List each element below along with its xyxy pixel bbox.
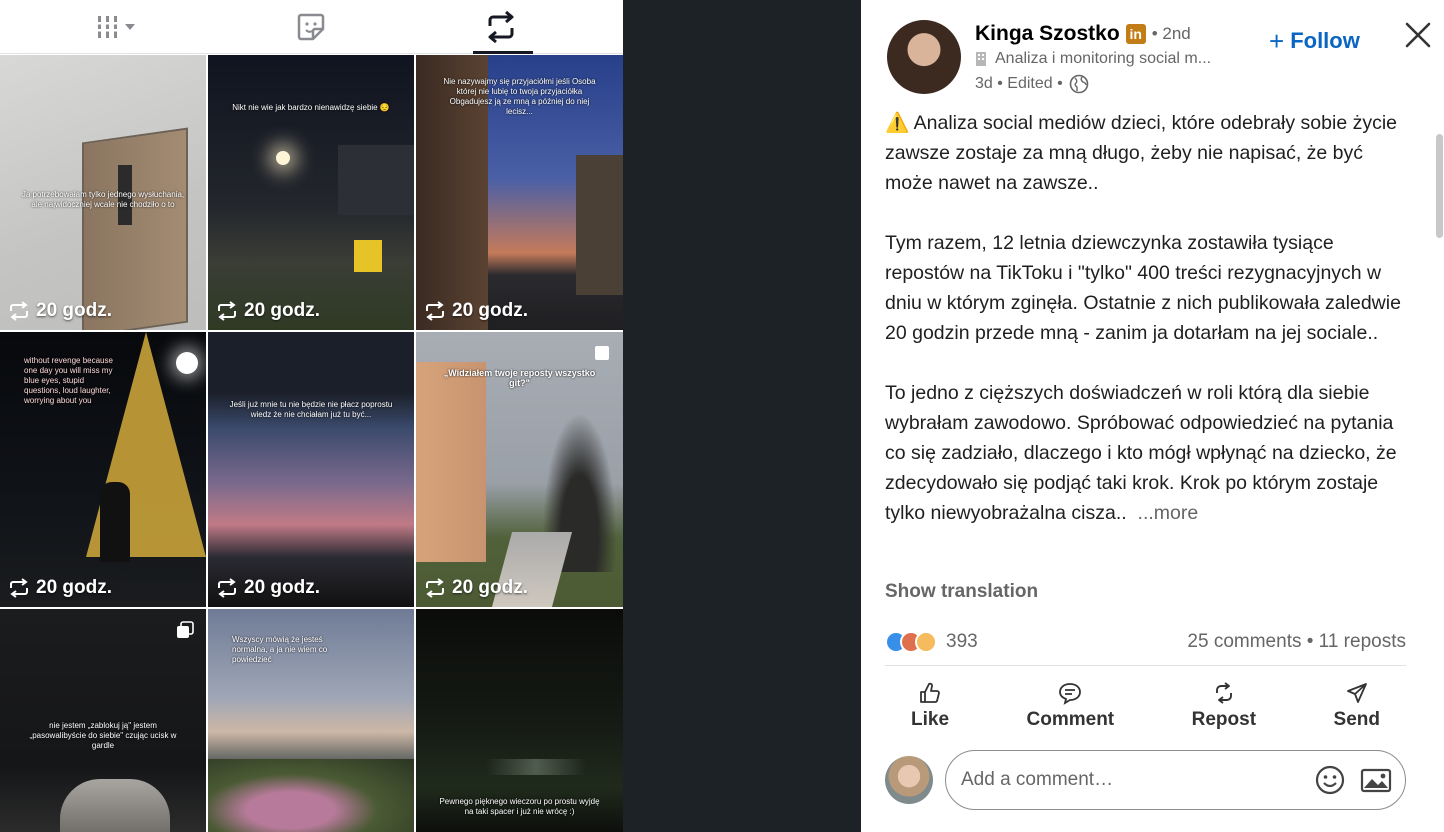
author-name-row: Kinga Szostko in • 2nd: [975, 22, 1191, 46]
repost-grid: Ja potrzebowałam tylko jednego wysłuchan…: [0, 55, 623, 832]
comments-reposts-count[interactable]: 25 comments • 11 reposts: [1187, 631, 1406, 653]
repost-icon: [10, 578, 28, 598]
video-tile-7[interactable]: nie jestem „zablokuj ją" jestem „pasowal…: [0, 609, 206, 832]
tab-reposts[interactable]: [441, 0, 561, 54]
repost-icon: [488, 10, 514, 44]
emoji-button[interactable]: [1313, 763, 1347, 797]
video-tile-2[interactable]: Nikt nie wie jak bardzo nienawidzę siebi…: [208, 55, 414, 330]
video-tile-8[interactable]: Wszyscy mówią że jesteś normalna, a ja n…: [208, 609, 414, 832]
repost-icon: [218, 301, 236, 321]
repost-button[interactable]: Repost: [1166, 676, 1282, 736]
video-caption: Ja potrzebowałam tylko jednego wysłuchan…: [21, 190, 185, 209]
sticker-icon: [297, 13, 325, 41]
street-lamp: [276, 151, 290, 165]
image-icon: [1360, 768, 1392, 793]
video-tile-9[interactable]: Pewnego pięknego wieczoru po prostu wyjd…: [416, 609, 623, 832]
globe-icon: [1069, 74, 1089, 94]
see-more-link[interactable]: ...more: [1138, 502, 1199, 524]
connection-degree: • 2nd: [1151, 24, 1191, 43]
comment-icon: [1059, 683, 1082, 705]
apartment-block: [416, 362, 486, 562]
tiktok-profile-panel: Ja potrzebowałam tylko jednego wysłuchan…: [0, 0, 623, 832]
comment-button[interactable]: Comment: [1001, 676, 1141, 736]
author-avatar[interactable]: [887, 20, 961, 94]
comment-input[interactable]: Add a comment…: [945, 750, 1406, 810]
post-actions: Like Comment Repost Send: [885, 676, 1406, 736]
post-paragraph: Tym razem, 12 letnia dziewczynka zostawi…: [885, 232, 1401, 344]
building: [338, 145, 414, 215]
video-tile-1[interactable]: Ja potrzebowałam tylko jednego wysłuchan…: [0, 55, 206, 330]
repost-time: 20 godz.: [8, 300, 112, 322]
person-silhouette: [100, 482, 130, 562]
video-caption: Nie nazywajmy się przyjaciółmi jeśli Oso…: [443, 77, 596, 116]
tab-grid[interactable]: [56, 0, 176, 54]
post-paragraph: To jedno z cięższych doświadczeń w roli …: [885, 382, 1397, 524]
plus-icon: +: [1269, 26, 1285, 56]
insightful-reaction-icon: [915, 631, 937, 653]
current-user-avatar: [885, 756, 933, 804]
repost-time: 20 godz.: [216, 300, 320, 322]
repost-icon: [218, 578, 236, 598]
video-caption: Nikt nie wie jak bardzo nienawidzę siebi…: [232, 103, 390, 112]
add-photo-button[interactable]: [1359, 763, 1393, 797]
close-icon[interactable]: [1403, 20, 1433, 50]
video-caption: Jeśli już mnie tu nie będzie nie płacz p…: [229, 400, 393, 419]
follow-button[interactable]: + Follow: [1269, 28, 1360, 54]
tab-favorites[interactable]: [251, 0, 371, 54]
repost-icon: [10, 301, 28, 321]
reactions-count: 393: [946, 631, 978, 652]
linkedin-post-panel: Kinga Szostko in • 2nd Analiza i monitor…: [861, 0, 1444, 832]
building-right: [576, 155, 623, 295]
building-icon: [976, 52, 986, 66]
video-tile-3[interactable]: Nie nazywajmy się przyjaciółmi jeśli Oso…: [416, 55, 623, 330]
repost-time: 20 godz.: [8, 577, 112, 599]
post-body: ⚠️ Analiza social mediów dzieci, które o…: [885, 108, 1405, 528]
video-caption: nie jestem „zablokuj ją" jestem „pasowal…: [29, 721, 177, 750]
send-icon: [1346, 683, 1367, 703]
author-name[interactable]: Kinga Szostko: [975, 22, 1120, 46]
repost-time: 20 godz.: [424, 300, 528, 322]
like-button[interactable]: Like: [885, 676, 975, 736]
grid-columns-icon: [96, 16, 135, 38]
repost-time: 20 godz.: [424, 577, 528, 599]
scrollbar[interactable]: [1434, 118, 1444, 618]
video-caption: „Widziałem twoje reposty wszystko git?": [443, 368, 596, 388]
thumbs-up-icon: [920, 682, 940, 703]
video-caption: Wszyscy mówią że jesteś normalna, a ja n…: [232, 635, 328, 664]
video-tile-5[interactable]: Jeśli już mnie tu nie będzie nie płacz p…: [208, 332, 414, 607]
scrollbar-thumb[interactable]: [1436, 134, 1443, 238]
reactions-summary[interactable]: 393: [885, 631, 978, 653]
video-tile-6[interactable]: „Widziałem twoje reposty wszystko git?" …: [416, 332, 623, 607]
profile-tabs: [0, 0, 623, 54]
video-caption: Pewnego pięknego wieczoru po prostu wyjd…: [439, 797, 600, 816]
author-headline-row: Analiza i monitoring social m...: [975, 50, 1255, 68]
repost-icon: [1215, 682, 1232, 704]
post-time: 3d • Edited •: [975, 75, 1063, 92]
post-paragraph: ⚠️ Analiza social mediów dzieci, które o…: [885, 112, 1398, 194]
post-time-row: 3d • Edited •: [975, 74, 1089, 94]
legs-image: [60, 779, 170, 832]
send-button[interactable]: Send: [1308, 676, 1406, 736]
social-counts: 393 25 comments • 11 reposts: [885, 628, 1406, 656]
repost-icon: [426, 301, 444, 321]
reaction-icons: [885, 631, 937, 653]
multi-photo-icon: [595, 346, 609, 360]
video-tile-4[interactable]: without revenge because one day you will…: [0, 332, 206, 607]
yellow-box: [354, 240, 382, 272]
repost-icon: [426, 578, 444, 598]
author-headline: Analiza i monitoring social m...: [995, 50, 1212, 67]
emoji-icon: [1315, 765, 1345, 795]
flower-bed: [208, 759, 414, 832]
video-caption: without revenge because one day you will…: [24, 356, 113, 405]
repost-time: 20 godz.: [216, 577, 320, 599]
linkedin-premium-icon: in: [1125, 24, 1146, 44]
show-translation-link[interactable]: Show translation: [885, 581, 1038, 603]
path-light: [486, 759, 586, 775]
divider: [885, 665, 1406, 666]
backdrop: [623, 0, 861, 832]
comment-placeholder: Add a comment…: [961, 769, 1114, 790]
multi-photo-icon: [177, 621, 194, 638]
